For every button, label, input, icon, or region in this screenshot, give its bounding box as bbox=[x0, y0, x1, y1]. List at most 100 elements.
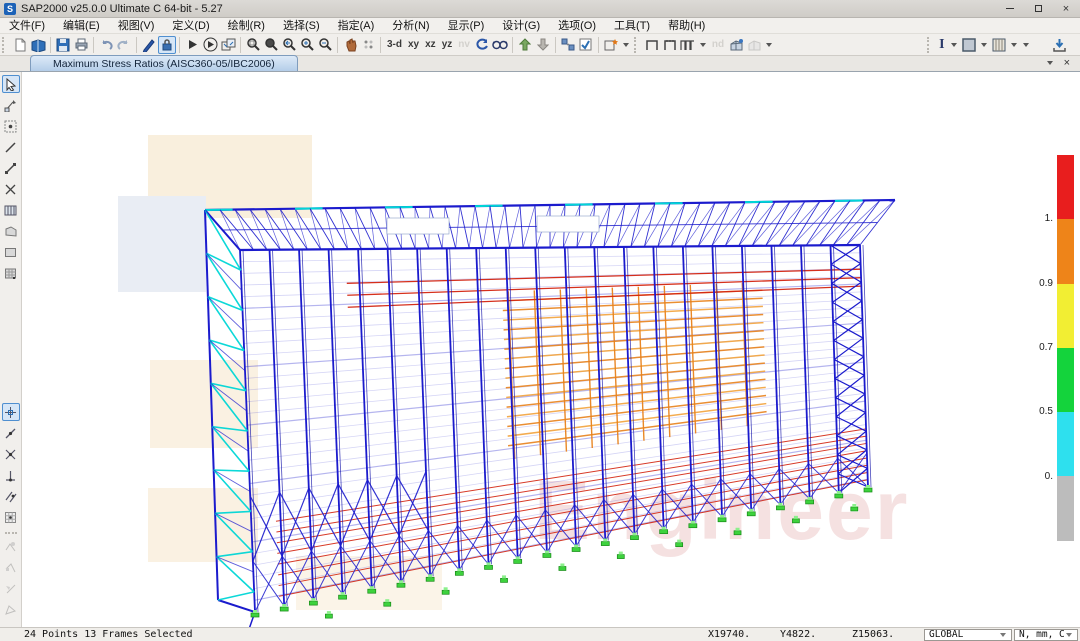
display-options-button[interactable] bbox=[602, 36, 620, 54]
print-button[interactable] bbox=[72, 36, 90, 54]
draw-joint-button[interactable] bbox=[2, 117, 20, 135]
wall-section-dropdown[interactable] bbox=[1011, 43, 1017, 47]
snap-midpoints-button[interactable] bbox=[2, 424, 20, 442]
area-section-dropdown[interactable] bbox=[981, 43, 987, 47]
snap-grid-button[interactable] bbox=[2, 508, 20, 526]
more-tools-dropdown[interactable] bbox=[1023, 43, 1029, 47]
close-icon: × bbox=[1063, 3, 1069, 15]
close-button[interactable]: × bbox=[1052, 0, 1080, 17]
restore-full-view-button[interactable] bbox=[262, 36, 280, 54]
toolbar-separator bbox=[380, 37, 381, 53]
menu-display[interactable]: 显示(P) bbox=[439, 18, 494, 34]
rubber-band-zoom-button[interactable] bbox=[244, 36, 262, 54]
menu-bar: 文件(F) 编辑(E) 视图(V) 定义(D) 绘制(R) 选择(S) 指定(A… bbox=[0, 18, 1080, 34]
pointer-tool-button[interactable] bbox=[2, 75, 20, 93]
menu-analyze[interactable]: 分析(N) bbox=[383, 18, 438, 34]
snap-perpendicular-button[interactable] bbox=[2, 466, 20, 484]
named-view-button[interactable] bbox=[359, 36, 377, 54]
toolbar-grip[interactable] bbox=[634, 37, 641, 53]
run-analysis-button[interactable] bbox=[201, 36, 219, 54]
view-yz-button[interactable]: yz bbox=[439, 39, 456, 50]
area-section-button[interactable] bbox=[960, 36, 978, 54]
draw-frame-ticks-button[interactable] bbox=[661, 36, 679, 54]
tab-close-icon[interactable]: × bbox=[1064, 58, 1070, 68]
draw-rect-area-button[interactable] bbox=[2, 243, 20, 261]
reshape-tool-button[interactable] bbox=[2, 96, 20, 114]
draw-frame-dropdown[interactable] bbox=[700, 43, 706, 47]
run-button[interactable] bbox=[183, 36, 201, 54]
move-up-level-button[interactable] bbox=[516, 36, 534, 54]
draw-frame-tool-button[interactable] bbox=[2, 138, 20, 156]
menu-options[interactable]: 选项(O) bbox=[549, 18, 605, 34]
legend-tick-label: 0. bbox=[1029, 471, 1053, 482]
menu-view[interactable]: 视图(V) bbox=[109, 18, 164, 34]
perspective-toggle-button[interactable] bbox=[491, 36, 509, 54]
toolbar-separator bbox=[93, 37, 94, 53]
open-file-button[interactable] bbox=[29, 36, 47, 54]
building-view-dropdown[interactable] bbox=[766, 43, 772, 47]
units-select[interactable]: N, mm, C bbox=[1014, 629, 1078, 641]
tab-list-dropdown[interactable] bbox=[1047, 61, 1053, 65]
view-3d-button[interactable]: 3-d bbox=[384, 39, 405, 50]
draw-frame-section-button[interactable] bbox=[643, 36, 661, 54]
previous-zoom-button[interactable] bbox=[280, 36, 298, 54]
move-down-level-button[interactable] bbox=[534, 36, 552, 54]
menu-design[interactable]: 设计(G) bbox=[493, 18, 549, 34]
snap-joints-button[interactable] bbox=[2, 403, 20, 421]
model-viewport[interactable]: Engineer 1.0.90.70.50. bbox=[22, 72, 1080, 627]
view-xy-button[interactable]: xy bbox=[405, 39, 422, 50]
object-shrink-toggle-button[interactable] bbox=[559, 36, 577, 54]
quick-area-button[interactable] bbox=[2, 264, 20, 282]
snap-intersections-button[interactable] bbox=[2, 445, 20, 463]
legend-segment bbox=[1057, 219, 1074, 283]
menu-assign[interactable]: 指定(A) bbox=[329, 18, 384, 34]
window-controls: × bbox=[996, 0, 1080, 17]
menu-draw[interactable]: 绘制(R) bbox=[219, 18, 274, 34]
minimize-icon bbox=[1006, 8, 1014, 9]
draw-secondary-beams-button[interactable] bbox=[2, 201, 20, 219]
frame-section-dropdown[interactable] bbox=[951, 43, 957, 47]
csys-value: GLOBAL bbox=[929, 629, 963, 640]
new-model-button[interactable] bbox=[11, 36, 29, 54]
draw-3d-tool-2-button bbox=[2, 558, 20, 576]
toolbar-grip[interactable] bbox=[927, 37, 934, 53]
toolbar-grip[interactable] bbox=[2, 37, 9, 53]
redo-button[interactable] bbox=[115, 36, 133, 54]
draw-poly-area-button[interactable] bbox=[2, 222, 20, 240]
snap-parallel-button[interactable] bbox=[2, 487, 20, 505]
object-options-checkbox[interactable] bbox=[577, 36, 595, 54]
active-document-tab[interactable]: Maximum Stress Ratios (AISC360-05/IBC200… bbox=[30, 55, 298, 71]
menu-help[interactable]: 帮助(H) bbox=[659, 18, 714, 34]
zoom-in-button[interactable] bbox=[298, 36, 316, 54]
coord-y: Y4822. bbox=[780, 629, 852, 640]
menu-define[interactable]: 定义(D) bbox=[163, 18, 218, 34]
undo-button[interactable] bbox=[97, 36, 115, 54]
building-view-button[interactable] bbox=[727, 36, 745, 54]
menu-edit[interactable]: 编辑(E) bbox=[54, 18, 109, 34]
rotate-view-button[interactable] bbox=[473, 36, 491, 54]
model-alive-button[interactable] bbox=[219, 36, 237, 54]
refresh-window-button[interactable] bbox=[140, 36, 158, 54]
menu-select[interactable]: 选择(S) bbox=[274, 18, 329, 34]
display-options-dropdown[interactable] bbox=[623, 43, 629, 47]
save-button[interactable] bbox=[54, 36, 72, 54]
draw-3d-tool-button bbox=[2, 537, 20, 555]
draw-braces-tool-button[interactable] bbox=[2, 180, 20, 198]
structure-model[interactable] bbox=[22, 72, 1080, 627]
minimize-button[interactable] bbox=[996, 0, 1024, 17]
quick-frame-tool-button[interactable] bbox=[2, 159, 20, 177]
menu-file[interactable]: 文件(F) bbox=[0, 18, 54, 34]
zoom-out-button[interactable] bbox=[316, 36, 334, 54]
lock-model-button[interactable] bbox=[158, 36, 176, 54]
restore-button[interactable] bbox=[1024, 0, 1052, 17]
download-button[interactable] bbox=[1050, 36, 1068, 54]
view-xz-button[interactable]: xz bbox=[422, 39, 439, 50]
csys-select[interactable]: GLOBAL bbox=[924, 629, 1012, 641]
wall-section-button[interactable] bbox=[990, 36, 1008, 54]
draw-multi-frame-button[interactable] bbox=[679, 36, 697, 54]
menu-tools[interactable]: 工具(T) bbox=[605, 18, 659, 34]
toolbar-separator bbox=[555, 37, 556, 53]
pan-button[interactable] bbox=[341, 36, 359, 54]
frame-section-button[interactable]: I bbox=[936, 37, 947, 53]
toolbar-separator bbox=[179, 37, 180, 53]
